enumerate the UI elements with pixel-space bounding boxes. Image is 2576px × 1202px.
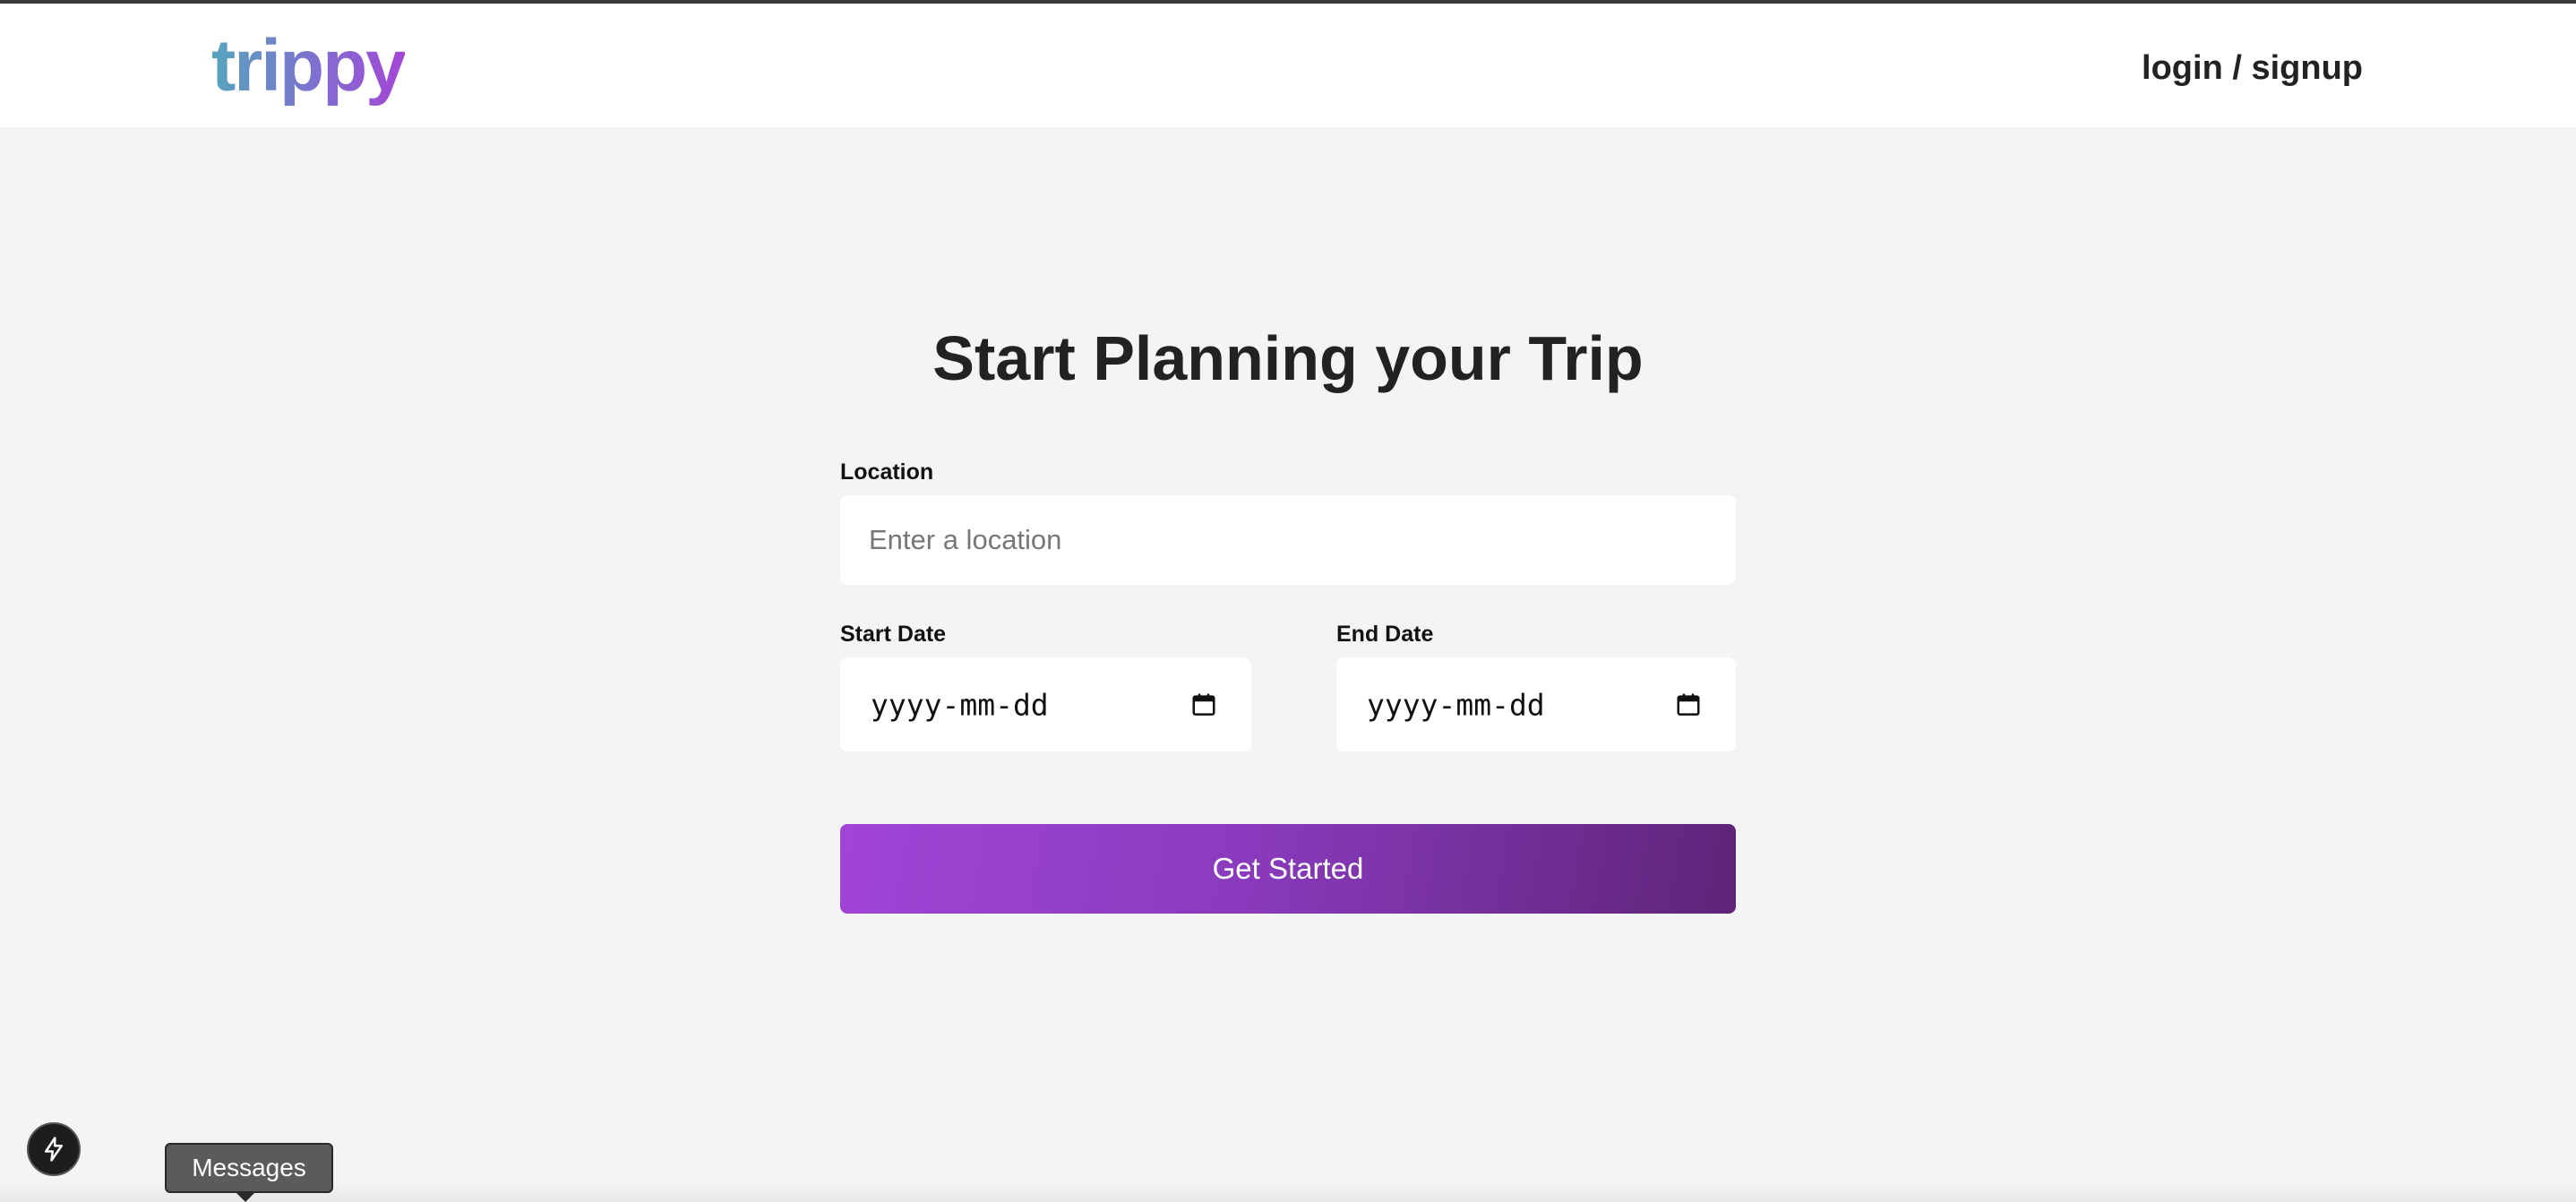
logo[interactable]: trippy [211,21,407,111]
messages-tooltip: Messages [165,1143,333,1193]
lightning-icon [45,1137,63,1162]
start-date-value: yyyy-mm-dd [871,687,1049,722]
start-date-label: Start Date [840,622,947,647]
navbar: trippy login / signup [0,4,2576,127]
login-signup-link[interactable]: login / signup [2142,43,2363,93]
tooltip-arrow [235,1191,256,1202]
page-title: Start Planning your Trip [932,323,1644,393]
end-date-value: yyyy-mm-dd [1367,687,1545,722]
page: trippy login / signup Start Planning you… [0,0,2576,1202]
start-date-input[interactable]: yyyy-mm-dd [840,657,1251,751]
dev-tools-button[interactable] [27,1122,81,1176]
calendar-icon[interactable] [1675,691,1702,718]
bottom-shadow [0,1182,2576,1202]
calendar-icon[interactable] [1190,691,1217,718]
location-input[interactable] [840,495,1736,585]
get-started-button[interactable]: Get Started [840,824,1736,914]
end-date-label: End Date [1336,622,1434,647]
location-label: Location [840,459,934,485]
location-field[interactable] [840,495,1736,585]
end-date-input[interactable]: yyyy-mm-dd [1336,657,1736,751]
